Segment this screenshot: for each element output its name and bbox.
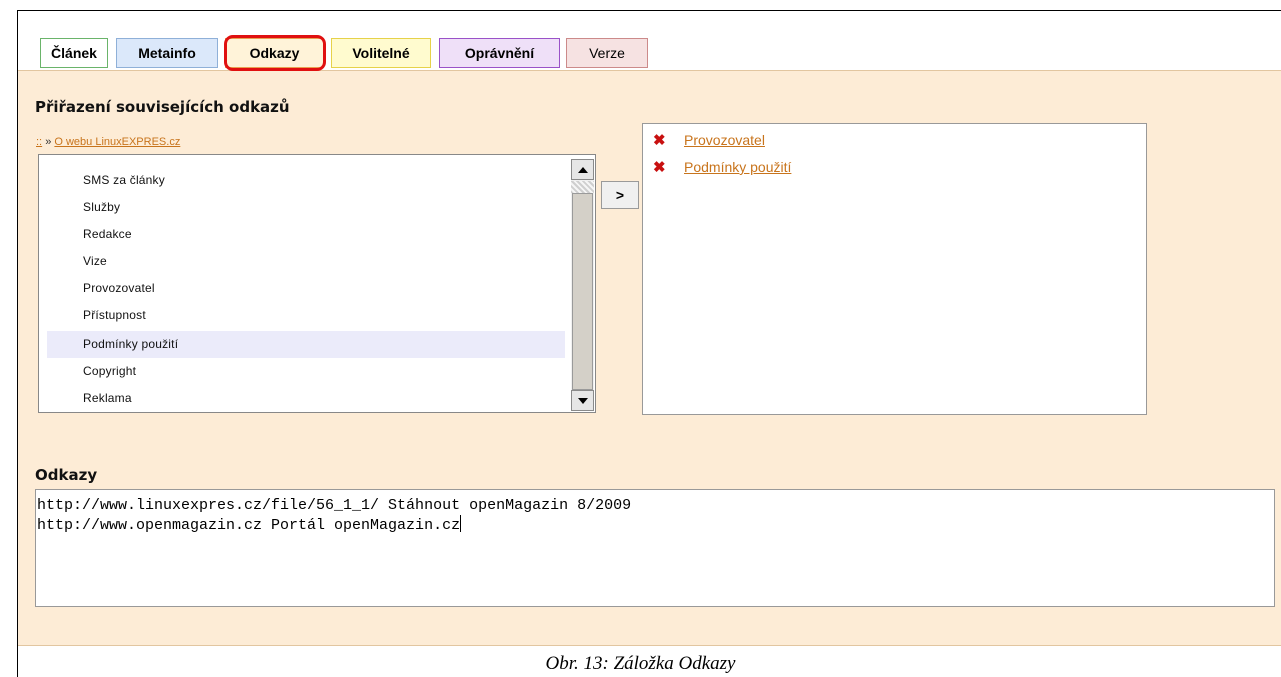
text-caret [460,515,462,532]
tab-volitelne[interactable]: Volitelné [331,38,431,68]
assigned-item: ✖ Podmínky použití [653,158,791,176]
available-links-list[interactable]: SMS za články Služby Redakce Vize Provoz… [38,154,596,413]
arrow-up-icon [577,166,588,173]
list-item[interactable]: Redakce [47,221,565,248]
tab-clanek[interactable]: Článek [40,38,108,68]
tab-opravneni[interactable]: Oprávnění [439,38,560,68]
remove-icon[interactable]: ✖ [653,158,675,176]
assigned-link[interactable]: Podmínky použití [684,159,791,175]
scroll-up-button[interactable] [571,159,594,180]
scroll-down-button[interactable] [571,390,594,411]
assigned-item: ✖ Provozovatel [653,131,765,149]
list-item[interactable]: Přístupnost [47,302,565,329]
add-link-button[interactable]: > [601,181,639,209]
list-item-selected[interactable]: Podmínky použití [47,331,565,358]
links-line: http://www.openmagazin.cz Portál openMag… [37,517,461,534]
list-scrollbar[interactable] [571,159,594,411]
breadcrumb: :: » O webu LinuxEXPRES.cz [36,136,180,148]
list-item[interactable]: Copyright [47,358,565,385]
scroll-thumb[interactable] [572,193,593,390]
list-item[interactable]: Služby [47,194,565,221]
assign-section-title: Přiřazení souvisejících odkazů [35,98,290,116]
tab-verze[interactable]: Verze [566,38,648,68]
tab-odkazy[interactable]: Odkazy [225,38,324,68]
assigned-link[interactable]: Provozovatel [684,132,765,148]
links-section-title: Odkazy [35,466,98,484]
list-item[interactable]: Provozovatel [47,275,565,302]
breadcrumb-root-link[interactable]: :: [36,136,42,148]
figure-caption: Obr. 13: Záložka Odkazy [545,653,736,674]
assigned-links-list: ✖ Provozovatel ✖ Podmínky použití [642,123,1147,415]
breadcrumb-current-link[interactable]: O webu LinuxEXPRES.cz [54,136,180,148]
breadcrumb-separator: » [45,136,52,148]
list-item[interactable]: SMS za články [47,167,565,194]
tab-metainfo[interactable]: Metainfo [116,38,218,68]
list-item[interactable]: Vize [47,248,565,275]
arrow-down-icon [577,397,588,404]
scroll-track[interactable] [571,181,594,193]
list-item[interactable]: Reklama [47,385,565,412]
remove-icon[interactable]: ✖ [653,131,675,149]
links-line: http://www.linuxexpres.cz/file/56_1_1/ S… [37,497,632,514]
links-textarea[interactable]: http://www.linuxexpres.cz/file/56_1_1/ S… [35,489,1275,607]
